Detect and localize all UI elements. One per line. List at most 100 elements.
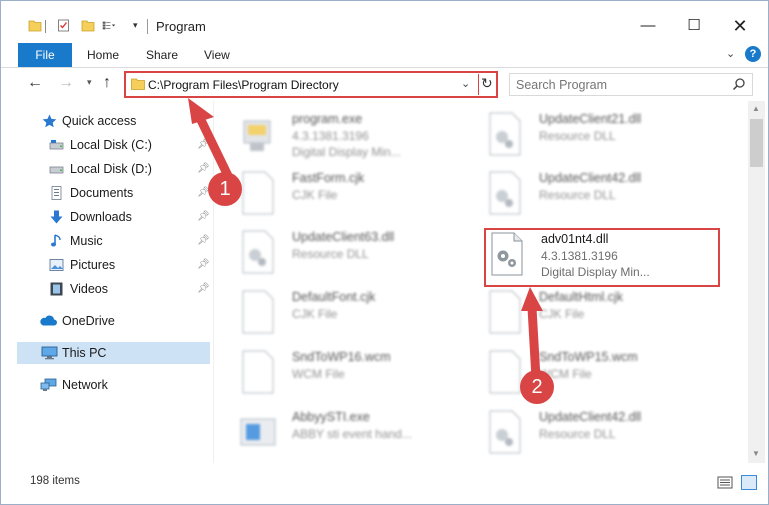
file-type: Resource DLL — [539, 188, 616, 202]
file-item[interactable]: UpdateClient42.dll Resource DLL — [485, 401, 725, 461]
maximize-button[interactable]: ☐ — [671, 11, 717, 41]
pin-icon[interactable]: 📌︎ — [197, 278, 210, 300]
sidebar-item-label: This PC — [62, 346, 107, 360]
file-item[interactable]: SndToWP16.wcm WCM File — [238, 341, 478, 401]
search-box[interactable] — [509, 73, 753, 96]
pin-icon[interactable]: 📌︎ — [197, 134, 210, 156]
sidebar-item-label: Local Disk (D:) — [70, 162, 152, 176]
sidebar-item-this-pc[interactable]: This PC — [17, 342, 210, 364]
recent-locations-icon[interactable]: ▾ — [87, 77, 92, 88]
address-separator — [478, 74, 479, 95]
tiles-view-icon[interactable] — [741, 475, 757, 490]
details-view-icon[interactable] — [717, 476, 733, 489]
file-item[interactable]: UpdateClient42.dll Resource DLL — [485, 162, 725, 222]
network-icon — [40, 378, 57, 391]
file-item[interactable]: UpdateClient21.dll Resource DLL — [485, 103, 725, 163]
close-button[interactable]: ✕ — [717, 11, 763, 41]
sidebar-item-music[interactable]: Music 📌︎ — [1, 230, 213, 252]
ribbon-tabs: File Home Share View ⌄ ? — [1, 41, 768, 68]
scroll-thumb[interactable] — [750, 119, 763, 167]
file-item[interactable]: AbbyySTI.exe ABBY sti event hand... — [238, 401, 478, 461]
file-name: program.exe — [292, 112, 363, 126]
tab-file[interactable]: File — [18, 43, 72, 67]
pin-icon[interactable]: 📌︎ — [197, 230, 210, 252]
file-icon — [489, 290, 521, 334]
tab-home[interactable]: Home — [87, 43, 119, 67]
pin-icon[interactable]: 📌︎ — [197, 158, 210, 180]
file-name: UpdateClient21.dll — [539, 112, 642, 126]
address-bar[interactable]: C:\Program Files\Program Directory ⌄ ↻ — [124, 71, 498, 98]
tab-share[interactable]: Share — [146, 43, 178, 67]
dll-icon — [242, 230, 274, 274]
sidebar-item-label: Music — [70, 234, 103, 248]
file-type: Resource DLL — [539, 129, 616, 143]
help-icon[interactable]: ? — [745, 46, 761, 62]
sidebar-item-downloads[interactable]: Downloads 📌︎ — [1, 206, 213, 228]
item-count: 198 items — [30, 475, 80, 487]
file-name: DefaultHtml.cjk — [539, 290, 624, 304]
sidebar-item-label: Pictures — [70, 258, 116, 272]
search-icon[interactable] — [732, 77, 746, 91]
forward-button[interactable]: → — [58, 74, 74, 92]
sidebar-item-label: Network — [62, 378, 108, 392]
file-name: DefaultFont.cjk — [292, 290, 376, 304]
toolbar-separator — [45, 20, 46, 33]
sidebar-item-videos[interactable]: Videos 📌︎ — [1, 278, 213, 300]
scroll-up-icon[interactable]: ▲ — [752, 104, 760, 113]
pin-icon[interactable]: 📌︎ — [197, 206, 210, 228]
file-type: CJK File — [292, 188, 338, 202]
sidebar-item-pictures[interactable]: Pictures 📌︎ — [1, 254, 213, 276]
scroll-down-icon[interactable]: ▼ — [752, 449, 760, 458]
file-item[interactable]: UpdateClient63.dll Resource DLL — [238, 221, 478, 281]
file-type: CJK File — [292, 307, 338, 321]
file-item[interactable]: FastForm.cjk CJK File — [238, 162, 478, 222]
sidebar-item-label: Downloads — [70, 210, 132, 224]
expand-ribbon-icon[interactable]: ⌄ — [726, 47, 735, 60]
file-name: UpdateClient42.dll — [539, 410, 642, 424]
dll-icon — [489, 171, 521, 215]
refresh-icon[interactable]: ↻ — [481, 75, 493, 92]
documents-icon — [51, 186, 62, 200]
window-title: Program — [156, 19, 206, 34]
sidebar-item-onedrive[interactable]: OneDrive — [1, 310, 213, 332]
search-input[interactable] — [516, 76, 716, 93]
file-item[interactable]: DefaultFont.cjk CJK File — [238, 281, 478, 341]
file-item[interactable]: DefaultHtml.cjk CJK File — [485, 281, 725, 341]
file-description: Digital Display Min... — [292, 145, 401, 159]
file-name: AbbyySTI.exe — [292, 410, 370, 424]
file-type: CJK File — [539, 307, 585, 321]
folder-icon[interactable] — [28, 19, 42, 32]
back-button[interactable]: ← — [27, 74, 43, 92]
tab-view[interactable]: View — [204, 43, 230, 67]
file-name: SndToWP15.wcm — [539, 350, 638, 364]
file-name: FastForm.cjk — [292, 171, 365, 185]
view-options-icon[interactable] — [102, 19, 116, 32]
sidebar-item-documents[interactable]: Documents 📌︎ — [1, 182, 213, 204]
highlight-box — [484, 228, 720, 287]
title-bar: ▾ Program — ☐ ✕ — [1, 1, 768, 41]
file-type: Resource DLL — [539, 427, 616, 441]
sidebar-item-local-disk-c[interactable]: Local Disk (C:) 📌︎ — [1, 134, 213, 156]
sidebar-item-network[interactable]: Network — [1, 374, 213, 396]
sidebar-item-local-disk-d[interactable]: Local Disk (D:) 📌︎ — [1, 158, 213, 180]
file-version: 4.3.1381.3196 — [292, 129, 369, 143]
minimize-button[interactable]: — — [625, 11, 671, 41]
file-item[interactable]: program.exe 4.3.1381.3196 Digital Displa… — [238, 103, 478, 163]
title-separator — [147, 19, 148, 34]
file-icon — [242, 350, 274, 394]
drive-icon — [49, 140, 64, 150]
address-dropdown-icon[interactable]: ⌄ — [461, 77, 470, 90]
dll-icon — [489, 112, 521, 156]
vertical-scrollbar[interactable]: ▲ ▼ — [748, 101, 765, 463]
dll-icon — [489, 410, 521, 454]
sidebar-item-quick-access[interactable]: Quick access — [1, 110, 213, 132]
address-path[interactable]: C:\Program Files\Program Directory — [148, 78, 339, 92]
up-button[interactable]: ↑ — [103, 74, 111, 92]
new-folder-icon[interactable] — [81, 19, 95, 32]
file-name: UpdateClient42.dll — [539, 171, 642, 185]
navigation-pane: Quick access Local Disk (C:) 📌︎ Local Di… — [1, 101, 213, 463]
customize-toolbar-icon[interactable]: ▾ — [133, 20, 138, 31]
pin-icon[interactable]: 📌︎ — [197, 254, 210, 276]
properties-icon[interactable] — [57, 19, 71, 32]
file-type: ABBY sti event hand... — [292, 427, 412, 441]
